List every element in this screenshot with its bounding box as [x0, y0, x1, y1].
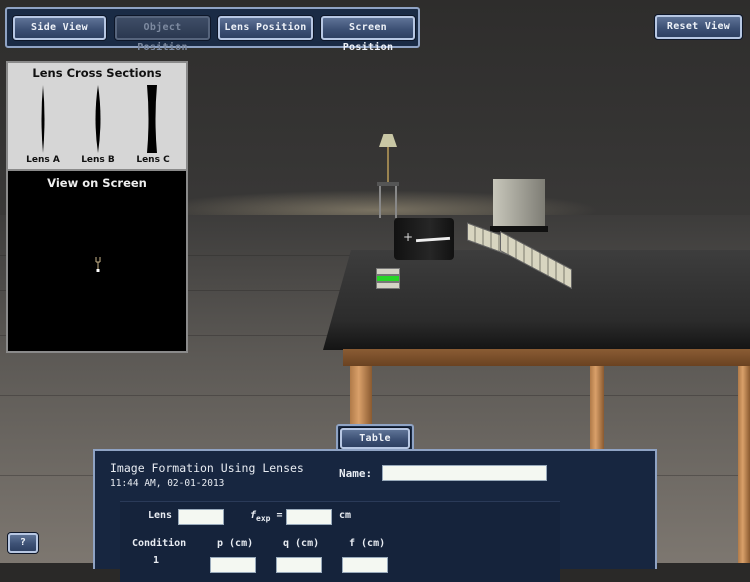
- p-input[interactable]: [210, 557, 256, 573]
- lens-b-label: Lens B: [81, 155, 115, 165]
- experiment-datetime: 11:44 AM, 02-01-2013: [110, 478, 225, 489]
- lab-table-apron: [343, 349, 750, 366]
- experiment-title: Image Formation Using Lenses: [110, 461, 304, 475]
- camera-toolbar: Side View Object Position Lens Position …: [5, 7, 420, 53]
- fexp-equals: =: [276, 510, 283, 521]
- object-selector-1[interactable]: [376, 268, 400, 275]
- lens-input[interactable]: [178, 509, 224, 525]
- projection-screen[interactable]: [493, 179, 545, 228]
- table-leg: [738, 366, 750, 563]
- view-on-screen-panel: View on Screen: [6, 171, 188, 353]
- screen-holder: [490, 226, 548, 232]
- table-toggle-button[interactable]: Table: [340, 428, 410, 449]
- column-header-q: q (cm): [283, 538, 320, 549]
- lens-a-shape[interactable]: [38, 85, 48, 153]
- side-table-leg: [379, 186, 381, 218]
- reset-view-button[interactable]: Reset View: [655, 15, 742, 39]
- name-label: Name:: [339, 467, 373, 480]
- lens-panel-title: Lens Cross Sections: [32, 66, 162, 80]
- f-input[interactable]: [342, 557, 388, 573]
- data-table-panel: Image Formation Using Lenses 11:44 AM, 0…: [93, 449, 657, 582]
- lens-cross-sections-panel: Lens Cross Sections Lens A Lens B Lens C: [6, 61, 188, 171]
- side-table-leg: [395, 186, 397, 218]
- screen-position-button[interactable]: Screen Position: [321, 16, 415, 53]
- light-source-bar: [415, 236, 451, 243]
- view-panel-title: View on Screen: [47, 176, 147, 190]
- object-selector-2-active[interactable]: [376, 275, 400, 282]
- lens-position-button[interactable]: Lens Position: [218, 16, 313, 40]
- column-header-f: f (cm): [349, 538, 386, 549]
- lens-a-label: Lens A: [26, 155, 60, 165]
- object-selector-3[interactable]: [376, 282, 400, 289]
- projected-image: [95, 257, 101, 272]
- side-view-button[interactable]: Side View: [13, 16, 106, 40]
- measurement-table: Lens fexp = cm Condition p (cm) q (cm) f…: [120, 501, 560, 582]
- name-input[interactable]: [382, 465, 547, 481]
- help-button[interactable]: ?: [8, 533, 38, 553]
- floor-lamp-pole: [387, 147, 389, 182]
- lens-c-label: Lens C: [136, 155, 170, 165]
- q-input[interactable]: [276, 557, 322, 573]
- lens-c-shape[interactable]: [146, 85, 158, 153]
- crosshair-icon: +: [403, 230, 414, 244]
- lens-b-shape[interactable]: [92, 85, 104, 153]
- table-tab-frame: Table: [336, 424, 414, 450]
- fexp-subscript: exp: [256, 514, 271, 523]
- object-position-button[interactable]: Object Position: [115, 16, 210, 53]
- fexp-unit: cm: [339, 510, 352, 521]
- table-leg: [590, 366, 604, 456]
- column-header-condition: Condition: [132, 538, 187, 549]
- column-header-p: p (cm): [217, 538, 254, 549]
- fexp-label: fexp =: [250, 510, 283, 523]
- lens-field-label: Lens: [148, 510, 173, 521]
- lens-holder[interactable]: +: [394, 218, 454, 260]
- fexp-input[interactable]: [286, 509, 332, 525]
- row-condition: 1: [153, 555, 160, 566]
